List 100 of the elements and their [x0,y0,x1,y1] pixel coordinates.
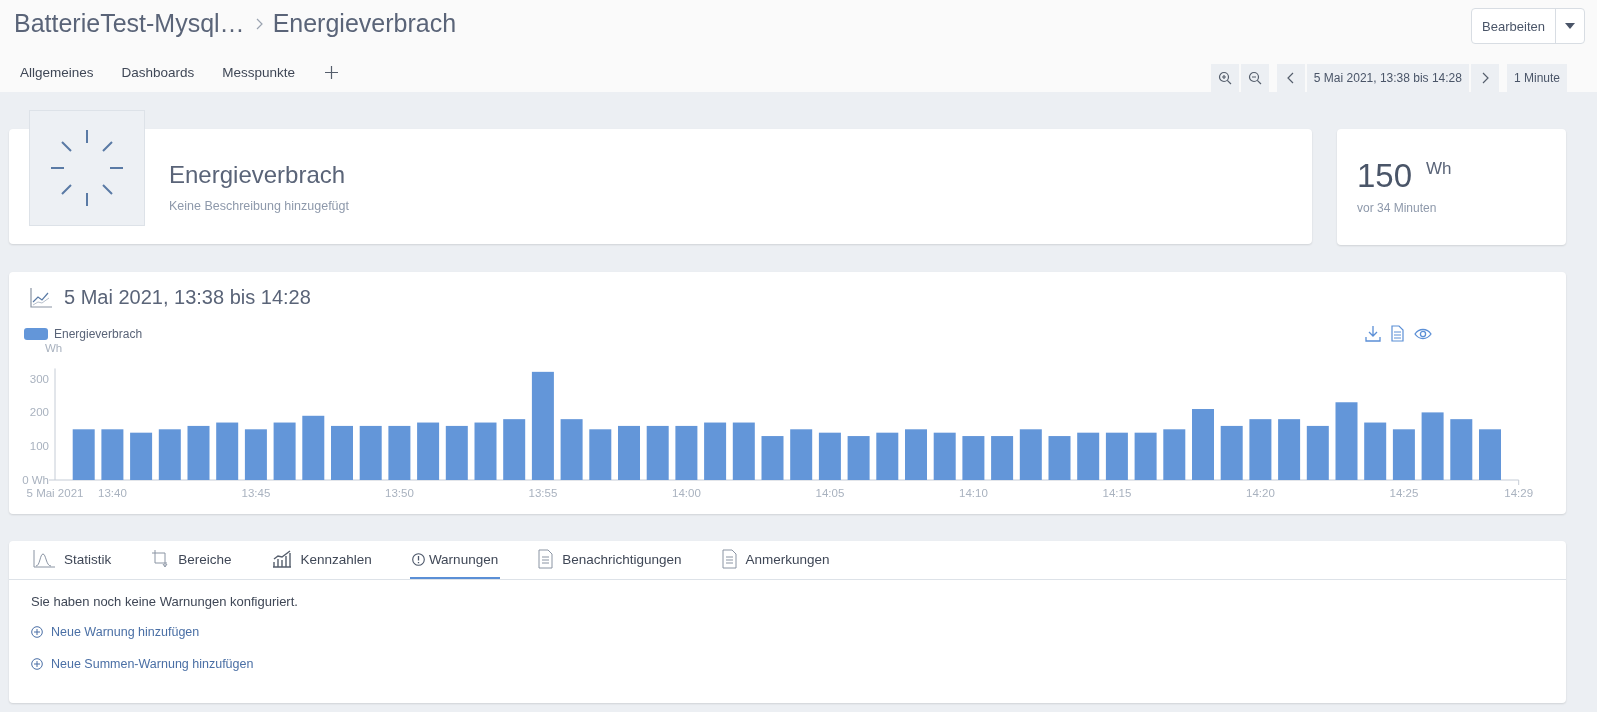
add-warning-link[interactable]: Neue Warnung hinzufügen [51,625,200,639]
x-tick-label: 13:45 [241,487,271,499]
bar [130,432,153,480]
bar [1105,432,1128,480]
zoom-out-icon[interactable] [1247,71,1262,85]
bar [158,429,181,480]
bar [359,425,382,480]
plus-circle-icon[interactable] [31,658,43,670]
bar [1019,429,1042,480]
exclamation-circle-icon [411,552,425,566]
value-reading: 150 [1357,157,1413,195]
eye-icon[interactable] [1414,327,1432,340]
plus-icon[interactable] [325,66,339,79]
bar [818,432,841,480]
zoom-out-button[interactable] [1240,64,1269,92]
value-unit: Wh [1426,159,1452,179]
bar [1306,425,1329,480]
bar [474,422,497,480]
chart-title: 5 Mai 2021, 13:38 bis 14:28 [64,286,311,309]
time-range-button[interactable]: 5 Mai 2021, 13:38 bis 14:28 [1306,64,1469,92]
bar [790,429,813,480]
bar [244,429,267,480]
breadcrumb-link[interactable]: BatterieTest-Mysql… [14,9,245,38]
bar [646,425,669,480]
edit-split-button[interactable]: Bearbeiten [1471,8,1585,44]
bar [675,425,698,480]
document-icon [721,549,737,569]
detail-tab[interactable]: Kennzahlen [269,541,374,579]
x-tick-label: 14:15 [1102,487,1132,499]
nav-tab[interactable]: Allgemeines [20,65,94,80]
x-tick-label: 5 Mai 2021 [26,487,84,499]
add-warning-link[interactable]: Neue Summen-Warnung hinzufügen [51,657,254,671]
x-tick-label: 14:29 [1504,487,1534,499]
bar [1220,425,1243,480]
zoom-in-button[interactable] [1210,64,1239,92]
bar [732,422,755,480]
bar [1048,436,1071,480]
bar [991,436,1014,480]
detail-tab[interactable]: Warnungen [409,541,501,579]
bar [187,425,210,480]
caret-down-icon[interactable] [1565,23,1575,29]
bar [847,436,870,480]
bar [72,429,95,480]
bar [1450,419,1473,480]
value-age: vor 34 Minuten [1357,201,1438,215]
detail-tab[interactable]: Bereiche [149,541,234,579]
y-axis-unit: Wh [45,342,63,354]
bar [388,425,411,480]
line-chart-icon [30,287,52,308]
y-tick-label: 200 [29,406,49,419]
nav-tab[interactable]: Dashboards [121,65,195,80]
bar [1163,429,1186,480]
page-title: Energieverbrach [272,9,457,38]
detail-tab[interactable]: Anmerkungen [719,541,832,579]
bar [1134,432,1157,480]
chevron-right-icon[interactable] [1480,72,1489,84]
loading-spinner-icon [29,110,145,226]
bar [1364,422,1387,480]
detail-tab[interactable]: Benachrichtigungen [536,541,684,579]
bar [273,422,296,480]
bar [445,425,468,480]
y-tick-label: 300 [29,372,49,385]
x-tick-label: 14:25 [1389,487,1419,499]
x-tick-label: 13:40 [98,487,127,499]
bar [1192,409,1214,480]
download-icon[interactable] [1365,325,1381,342]
x-tick-label: 14:20 [1246,487,1275,499]
plus-circle-icon[interactable] [31,626,43,638]
bell-curve-icon [33,550,55,568]
bar [933,432,956,480]
detail-tab[interactable]: Statistik [31,541,114,579]
card-description: Keine Beschreibung hinzugefügt [169,198,349,213]
x-tick-label: 13:50 [385,487,414,499]
legend-label[interactable]: Energieverbrach [54,326,143,341]
x-tick-label: 14:00 [672,487,701,499]
bar [503,419,526,480]
document-icon[interactable] [1391,325,1404,342]
bar [302,415,325,480]
bar-chart-icon [271,550,292,568]
interval-button[interactable]: 1 Minute [1506,64,1567,92]
bar [1392,429,1415,480]
empty-message: Sie haben noch keine Warnungen konfiguriert. [31,594,299,609]
crop-arrows-icon [151,549,170,569]
card-title: Energieverbrach [169,160,347,189]
bar [704,422,727,480]
bar [876,432,899,480]
bar [101,429,124,480]
bar [560,419,583,480]
bar [1278,419,1301,480]
bar [761,436,784,480]
chevron-left-icon[interactable] [1286,72,1295,84]
x-tick-label: 14:05 [815,487,845,499]
x-tick-label: 13:55 [528,487,558,499]
zoom-in-icon[interactable] [1217,71,1232,85]
chevron-right-icon [254,17,263,30]
y-tick-label: 100 [29,440,49,453]
bar [589,429,612,480]
bar [905,429,927,480]
bar [1249,419,1272,480]
nav-tab[interactable]: Messpunkte [222,65,296,80]
